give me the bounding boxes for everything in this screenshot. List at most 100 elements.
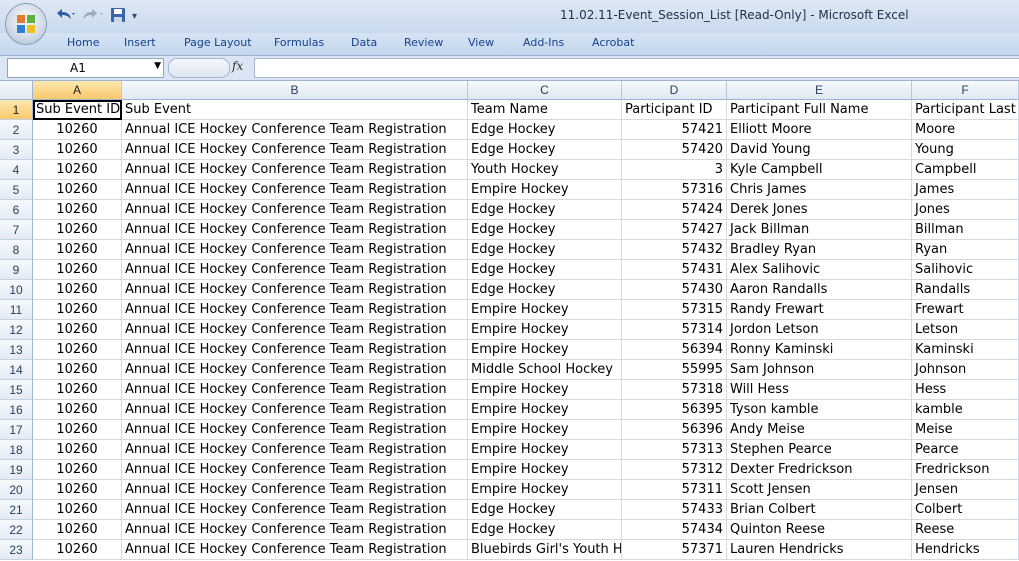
cell-sub-event-id[interactable]: 10260 <box>33 460 122 480</box>
cell-sub-event[interactable]: Annual ICE Hockey Conference Team Regist… <box>122 420 468 440</box>
cell-team-name[interactable]: Middle School Hockey <box>468 360 622 380</box>
tab-formulas[interactable]: Formulas <box>274 36 324 49</box>
cell-sub-event-id[interactable]: 10260 <box>33 260 122 280</box>
cell-sub-event-id[interactable]: 10260 <box>33 500 122 520</box>
cell-sub-event[interactable]: Annual ICE Hockey Conference Team Regist… <box>122 300 468 320</box>
cell-sub-event[interactable]: Annual ICE Hockey Conference Team Regist… <box>122 480 468 500</box>
cell-participant-id[interactable]: 57312 <box>622 460 727 480</box>
cell-team-name[interactable]: Edge Hockey <box>468 280 622 300</box>
cell-participant-last-name[interactable]: Hess <box>912 380 1019 400</box>
cell-participant-full-name[interactable]: Dexter Fredrickson <box>727 460 912 480</box>
header-cell-participant-last-name[interactable]: Participant Last Name <box>912 100 1019 120</box>
cell-sub-event-id[interactable]: 10260 <box>33 360 122 380</box>
cell-sub-event[interactable]: Annual ICE Hockey Conference Team Regist… <box>122 340 468 360</box>
cell-participant-id[interactable]: 3 <box>622 160 727 180</box>
cell-participant-full-name[interactable]: Tyson kamble <box>727 400 912 420</box>
row-header[interactable]: 20 <box>0 480 33 500</box>
cell-sub-event[interactable]: Annual ICE Hockey Conference Team Regist… <box>122 440 468 460</box>
header-cell-participant-full-name[interactable]: Participant Full Name <box>727 100 912 120</box>
formula-input[interactable] <box>254 58 1019 78</box>
cell-sub-event-id[interactable]: 10260 <box>33 320 122 340</box>
cell-participant-last-name[interactable]: Ryan <box>912 240 1019 260</box>
cell-participant-last-name[interactable]: Fredrickson <box>912 460 1019 480</box>
tab-acrobat[interactable]: Acrobat <box>592 36 634 49</box>
cell-team-name[interactable]: Empire Hockey <box>468 180 622 200</box>
cell-sub-event[interactable]: Annual ICE Hockey Conference Team Regist… <box>122 200 468 220</box>
cell-sub-event-id[interactable]: 10260 <box>33 140 122 160</box>
cell-sub-event-id[interactable]: 10260 <box>33 180 122 200</box>
cell-sub-event[interactable]: Annual ICE Hockey Conference Team Regist… <box>122 220 468 240</box>
cell-team-name[interactable]: Edge Hockey <box>468 220 622 240</box>
cell-sub-event-id[interactable]: 10260 <box>33 240 122 260</box>
row-header[interactable]: 3 <box>0 140 33 160</box>
cell-sub-event[interactable]: Annual ICE Hockey Conference Team Regist… <box>122 260 468 280</box>
cell-participant-full-name[interactable]: Lauren Hendricks <box>727 540 912 560</box>
cell-participant-id[interactable]: 57427 <box>622 220 727 240</box>
row-header[interactable]: 23 <box>0 540 33 560</box>
tab-home[interactable]: Home <box>67 36 99 49</box>
cell-participant-id[interactable]: 57434 <box>622 520 727 540</box>
cell-participant-id[interactable]: 57433 <box>622 500 727 520</box>
row-header[interactable]: 18 <box>0 440 33 460</box>
cell-sub-event[interactable]: Annual ICE Hockey Conference Team Regist… <box>122 180 468 200</box>
cell-participant-id[interactable]: 57315 <box>622 300 727 320</box>
row-header[interactable]: 11 <box>0 300 33 320</box>
cell-participant-full-name[interactable]: Aaron Randalls <box>727 280 912 300</box>
cell-participant-last-name[interactable]: Pearce <box>912 440 1019 460</box>
cell-participant-last-name[interactable]: Campbell <box>912 160 1019 180</box>
cell-participant-id[interactable]: 57421 <box>622 120 727 140</box>
cell-sub-event[interactable]: Annual ICE Hockey Conference Team Regist… <box>122 360 468 380</box>
cell-participant-last-name[interactable]: Young <box>912 140 1019 160</box>
cell-team-name[interactable]: Edge Hockey <box>468 200 622 220</box>
cell-participant-id[interactable]: 57311 <box>622 480 727 500</box>
header-cell-team-name[interactable]: Team Name <box>468 100 622 120</box>
row-header[interactable]: 15 <box>0 380 33 400</box>
cell-participant-full-name[interactable]: Will Hess <box>727 380 912 400</box>
column-header-d[interactable]: D <box>622 81 727 100</box>
row-header[interactable]: 21 <box>0 500 33 520</box>
cell-participant-last-name[interactable]: James <box>912 180 1019 200</box>
cell-sub-event-id[interactable]: 10260 <box>33 440 122 460</box>
cell-sub-event-id[interactable]: 10260 <box>33 540 122 560</box>
cell-sub-event-id[interactable]: 10260 <box>33 220 122 240</box>
cell-sub-event-id[interactable]: 10260 <box>33 340 122 360</box>
cell-sub-event[interactable]: Annual ICE Hockey Conference Team Regist… <box>122 540 468 560</box>
cell-sub-event[interactable]: Annual ICE Hockey Conference Team Regist… <box>122 280 468 300</box>
tab-review[interactable]: Review <box>404 36 443 49</box>
cell-participant-full-name[interactable]: Randy Frewart <box>727 300 912 320</box>
formula-bar-handle[interactable] <box>168 58 230 78</box>
row-header[interactable]: 13 <box>0 340 33 360</box>
cell-participant-id[interactable]: 57424 <box>622 200 727 220</box>
cell-participant-last-name[interactable]: Colbert <box>912 500 1019 520</box>
cell-sub-event[interactable]: Annual ICE Hockey Conference Team Regist… <box>122 320 468 340</box>
cell-team-name[interactable]: Youth Hockey <box>468 160 622 180</box>
cell-sub-event[interactable]: Annual ICE Hockey Conference Team Regist… <box>122 140 468 160</box>
cell-participant-last-name[interactable]: Salihovic <box>912 260 1019 280</box>
cell-sub-event[interactable]: Annual ICE Hockey Conference Team Regist… <box>122 400 468 420</box>
row-header[interactable]: 5 <box>0 180 33 200</box>
cell-participant-last-name[interactable]: Johnson <box>912 360 1019 380</box>
row-header[interactable]: 12 <box>0 320 33 340</box>
column-header-a[interactable]: A <box>33 81 122 100</box>
cell-team-name[interactable]: Empire Hockey <box>468 440 622 460</box>
row-header[interactable]: 8 <box>0 240 33 260</box>
cell-team-name[interactable]: Empire Hockey <box>468 320 622 340</box>
cell-team-name[interactable]: Empire Hockey <box>468 300 622 320</box>
cell-participant-full-name[interactable]: David Young <box>727 140 912 160</box>
cell-participant-last-name[interactable]: Meise <box>912 420 1019 440</box>
cell-participant-full-name[interactable]: Kyle Campbell <box>727 160 912 180</box>
cell-participant-full-name[interactable]: Ronny Kaminski <box>727 340 912 360</box>
cell-participant-last-name[interactable]: Kaminski <box>912 340 1019 360</box>
cell-sub-event[interactable]: Annual ICE Hockey Conference Team Regist… <box>122 240 468 260</box>
undo-icon[interactable] <box>54 7 76 26</box>
row-header[interactable]: 17 <box>0 420 33 440</box>
customize-qat-button[interactable]: ▾ <box>132 11 137 22</box>
tab-insert[interactable]: Insert <box>124 36 156 49</box>
row-header[interactable]: 7 <box>0 220 33 240</box>
row-header[interactable]: 6 <box>0 200 33 220</box>
cell-participant-full-name[interactable]: Chris James <box>727 180 912 200</box>
row-header[interactable]: 22 <box>0 520 33 540</box>
cell-participant-last-name[interactable]: Billman <box>912 220 1019 240</box>
cell-sub-event-id[interactable]: 10260 <box>33 200 122 220</box>
cell-sub-event-id[interactable]: 10260 <box>33 120 122 140</box>
